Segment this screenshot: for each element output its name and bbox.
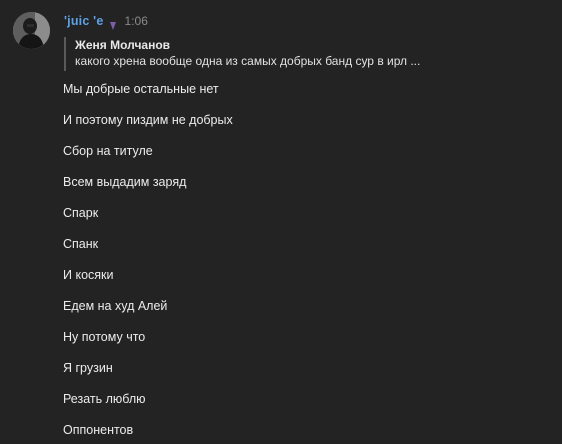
- message-line: Я грузин: [63, 361, 113, 375]
- user-photo-icon: [13, 12, 50, 49]
- message-line: Ну потому что: [63, 330, 146, 344]
- reply-text: какого хрена вообще одна из самых добрых…: [75, 54, 421, 68]
- reply-author: Женя Молчанов: [75, 38, 171, 52]
- reply-quote[interactable]: Женя Молчанов какого хрена вообще одна и…: [64, 37, 420, 71]
- message-line: Мы добрые остальные нет: [63, 82, 219, 96]
- message-line: Сбор на титуле: [63, 144, 153, 158]
- message-header: 'juic 'e 1:06: [64, 13, 148, 30]
- message-line: Спанк: [63, 237, 99, 251]
- chat-message: 'juic 'e 1:06 Женя Молчанов какого хрена…: [0, 0, 562, 444]
- message-line: Едем на худ Алей: [63, 299, 168, 313]
- timestamp[interactable]: 1:06: [125, 14, 148, 28]
- message-line: Спарк: [63, 206, 99, 220]
- verified-badge-icon: [109, 17, 116, 30]
- message-line: Оппонентов: [63, 423, 134, 437]
- message-lines: Мы добрые остальные нет И поэтому пиздим…: [63, 80, 233, 444]
- message-line: Всем выдадим заряд: [63, 175, 187, 189]
- avatar[interactable]: [13, 12, 50, 49]
- username[interactable]: 'juic 'e: [64, 14, 104, 28]
- message-line: Резать люблю: [63, 392, 146, 406]
- message-line: И поэтому пиздим не добрых: [63, 113, 233, 127]
- message-line: И косяки: [63, 268, 114, 282]
